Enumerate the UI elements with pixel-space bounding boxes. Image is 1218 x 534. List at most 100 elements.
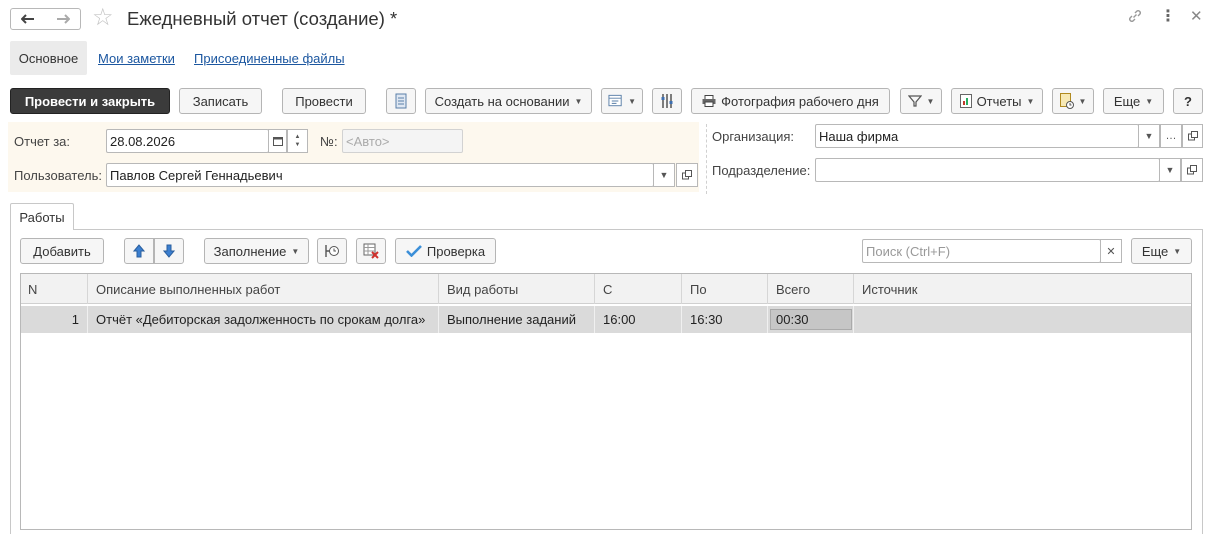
chevron-down-icon: ▼ [1173,246,1182,256]
organization-field[interactable]: Наша фирма [815,124,1139,148]
cell-from[interactable]: 16:00 [595,306,682,333]
department-open-icon[interactable] [1181,158,1203,182]
move-down-button[interactable] [154,238,184,264]
history-button[interactable] [317,238,347,264]
arrow-right-icon [56,14,70,24]
structure-dropdown-button[interactable]: ▼ [601,88,643,114]
organization-open-icon[interactable] [1182,124,1203,148]
document-attach-icon [1059,93,1074,109]
cell-source[interactable] [854,306,1191,333]
more-button[interactable]: Еще ▼ [1103,88,1164,114]
table-delete-icon [363,243,379,259]
document-structure-icon [608,94,622,107]
fill-button[interactable]: Заполнение ▼ [204,238,309,264]
search-input[interactable]: Поиск (Ctrl+F) [862,239,1101,263]
department-dropdown-icon[interactable]: ▼ [1159,158,1181,182]
settings-button[interactable] [652,88,682,114]
printer-icon [702,95,716,107]
window-title: Ежедневный отчет (создание) * [127,8,398,29]
report-icon [959,94,972,108]
check-button[interactable]: Проверка [395,238,496,264]
column-header-n[interactable]: N [21,274,88,304]
column-header-work-type[interactable]: Вид работы [439,274,595,304]
tools-icon [661,94,673,108]
move-up-button[interactable] [124,238,154,264]
cell-description[interactable]: Отчёт «Дебиторская задолженность по срок… [88,306,439,333]
workday-photo-button[interactable]: Фотография рабочего дня [691,88,890,114]
report-for-label: Отчет за: [14,134,71,149]
user-open-icon[interactable] [676,163,698,187]
works-table[interactable]: N Описание выполненных работ Вид работы … [20,273,1192,530]
favorite-star-icon[interactable]: ☆ [92,5,114,31]
department-label: Подразделение: [712,163,811,178]
post-button[interactable]: Провести [282,88,366,114]
add-row-button[interactable]: Добавить [20,238,104,264]
cell-total[interactable]: 00:30 [768,306,854,333]
more-label: Еще [1113,93,1141,109]
calendar-icon[interactable] [268,129,287,153]
column-header-source[interactable]: Источник [854,274,1191,304]
department-field[interactable] [815,158,1160,182]
spin-down-icon[interactable]: ▼ [295,141,301,149]
column-header-total[interactable]: Всего [768,274,854,304]
chevron-down-icon: ▼ [926,96,935,106]
chevron-down-icon: ▼ [628,96,636,106]
check-label: Проверка [426,243,486,259]
save-button[interactable]: Записать [179,88,262,114]
column-header-from[interactable]: С [595,274,682,304]
subtab-main[interactable]: Основное [10,41,87,75]
filter-icon [907,95,922,107]
subtab-my-notes[interactable]: Мои заметки [98,41,175,75]
date-spinner[interactable]: ▲ ▼ [287,129,308,153]
table-more-label: Еще [1141,243,1169,259]
organization-label: Организация: [712,129,795,144]
cell-work-type[interactable]: Выполнение заданий [439,306,595,333]
filter-dropdown-button[interactable]: ▼ [900,88,942,114]
create-based-on-label: Создать на основании [434,93,570,109]
link-icon[interactable] [1127,8,1143,29]
tab-works[interactable]: Работы [10,203,74,230]
back-button[interactable] [10,8,46,30]
reports-button[interactable]: Отчеты ▼ [951,88,1043,114]
table-more-button[interactable]: Еще ▼ [1131,238,1192,264]
clear-table-button[interactable] [356,238,386,264]
user-field[interactable]: Павлов Сергей Геннадьевич [106,163,654,187]
create-based-on-button[interactable]: Создать на основании ▼ [425,88,592,114]
chevron-down-icon: ▼ [1026,96,1035,106]
workday-photo-label: Фотография рабочего дня [721,93,879,109]
user-dropdown-icon[interactable]: ▼ [653,163,675,187]
journal-button[interactable] [386,88,416,114]
chevron-down-icon: ▼ [574,96,583,106]
arrow-down-icon [163,244,175,258]
cell-to[interactable]: 16:30 [682,306,768,333]
arrow-up-icon [133,244,145,258]
post-and-close-button[interactable]: Провести и закрыть [10,88,170,114]
subtab-attached-files[interactable]: Присоединенные файлы [194,41,345,75]
checkmark-icon [405,245,422,257]
organization-dropdown-icon[interactable]: ▼ [1138,124,1160,148]
organization-select-icon[interactable]: … [1160,124,1182,148]
spin-up-icon[interactable]: ▲ [295,133,301,141]
fill-label: Заполнение [213,243,287,259]
help-button[interactable]: ? [1173,88,1203,114]
reports-label: Отчеты [976,93,1022,109]
column-header-description[interactable]: Описание выполненных работ [88,274,439,304]
report-date-field[interactable]: 28.08.2026 [106,129,269,153]
column-header-to[interactable]: По [682,274,768,304]
close-icon[interactable]: ✕ [1190,8,1203,26]
table-header: N Описание выполненных работ Вид работы … [21,274,1191,304]
chevron-down-icon: ▼ [1145,96,1154,106]
cell-n[interactable]: 1 [21,306,88,333]
user-label: Пользователь: [14,168,102,183]
arrow-left-icon [21,14,34,24]
table-row[interactable]: 1 Отчёт «Дебиторская задолженность по ср… [21,306,1191,333]
document-list-icon [395,93,407,109]
clock-history-icon [325,245,339,257]
attach-dropdown-button[interactable]: ▼ [1052,88,1094,114]
forward-button[interactable] [45,8,81,30]
number-field: <Авто> [342,129,463,153]
column-divider [706,124,707,194]
number-label: №: [320,134,338,149]
clear-search-icon[interactable]: ✕ [1100,239,1122,263]
more-vertical-icon[interactable]: ⋮ [1160,8,1176,26]
